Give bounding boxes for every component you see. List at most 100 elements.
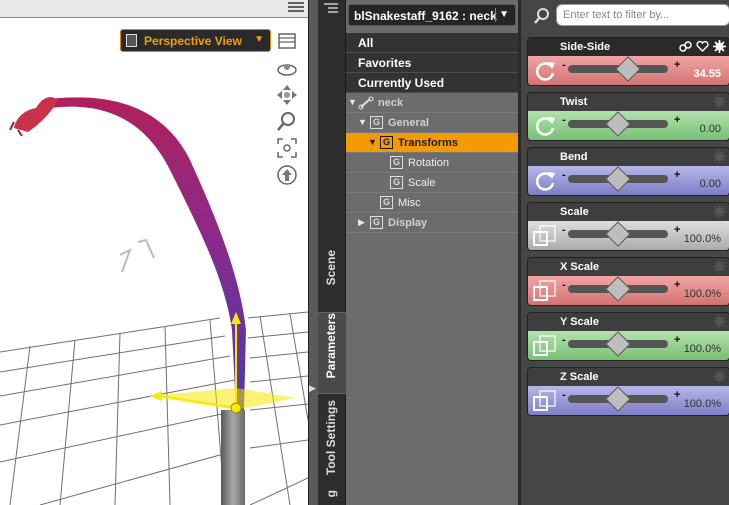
param-value[interactable]: 0.00 xyxy=(700,123,721,135)
param-value[interactable]: 100.0% xyxy=(684,343,721,355)
gear-icon[interactable] xyxy=(713,95,726,108)
viewport-scene[interactable] xyxy=(0,0,308,505)
param-scale[interactable]: Scale - +100.0% xyxy=(527,202,729,251)
tree-item-transforms[interactable]: ▼ G Transforms xyxy=(346,133,518,153)
3d-viewport[interactable]: Perspective View ▼ xyxy=(0,0,308,505)
filter-input[interactable] xyxy=(556,4,729,26)
home-icon[interactable] xyxy=(276,164,298,186)
group-icon: G xyxy=(380,196,393,209)
slider-knob[interactable] xyxy=(605,221,631,247)
slider-knob[interactable] xyxy=(605,331,631,357)
tree-item-general[interactable]: ▼ G General xyxy=(346,113,518,133)
bone-marker xyxy=(119,238,155,273)
param-slider-area[interactable]: - +0.00 xyxy=(528,166,729,195)
param-side-side[interactable]: Side-Side - +34.55 xyxy=(527,37,729,86)
category-favorites[interactable]: Favorites xyxy=(346,53,518,73)
tree-item-scale[interactable]: G Scale xyxy=(346,173,518,193)
slider-knob[interactable] xyxy=(605,166,631,192)
tab-partial[interactable]: g xyxy=(318,490,346,505)
gear-icon[interactable] xyxy=(713,260,726,273)
param-value[interactable]: 0.00 xyxy=(700,178,721,190)
param-slider-area[interactable]: - +0.00 xyxy=(528,111,729,140)
menu-icon[interactable] xyxy=(288,1,304,15)
orbit-icon[interactable] xyxy=(276,58,298,80)
filter-search-icon[interactable] xyxy=(533,7,551,25)
group-icon: G xyxy=(370,116,383,129)
chevron-down-icon: ▼ xyxy=(499,9,509,20)
tab-tool-settings[interactable]: Tool Settings xyxy=(318,400,346,480)
pane-menu-icon[interactable] xyxy=(322,2,340,16)
gear-icon[interactable] xyxy=(713,370,726,383)
tree-item-misc[interactable]: G Misc xyxy=(346,193,518,213)
pan-icon[interactable] xyxy=(276,84,298,106)
expand-arrow-icon[interactable]: ▼ xyxy=(348,97,357,107)
param-header: Bend xyxy=(528,148,729,166)
scale-icon xyxy=(533,390,556,411)
increment-mark[interactable]: + xyxy=(674,224,680,236)
decrement-mark[interactable]: - xyxy=(562,389,566,401)
tab-scene[interactable]: Scene xyxy=(318,250,346,302)
param-name: Side-Side xyxy=(560,41,611,53)
frame-icon[interactable] xyxy=(276,137,298,159)
gear-icon[interactable] xyxy=(713,205,726,218)
param-slider-area[interactable]: - +34.55 xyxy=(528,56,729,85)
decrement-mark[interactable]: - xyxy=(562,114,566,126)
param-name: Twist xyxy=(560,96,588,108)
tree-item-display[interactable]: ▶ G Display xyxy=(346,213,518,233)
param-bend[interactable]: Bend - +0.00 xyxy=(527,147,729,196)
param-twist[interactable]: Twist - +0.00 xyxy=(527,92,729,141)
expand-arrow-icon[interactable]: ▼ xyxy=(358,117,367,127)
transform-manipulator xyxy=(150,312,296,414)
tree-item-label: Display xyxy=(388,217,428,229)
slider-knob[interactable] xyxy=(605,111,631,137)
param-name: Bend xyxy=(560,151,588,163)
category-currently-used[interactable]: Currently Used xyxy=(346,73,518,93)
increment-mark[interactable]: + xyxy=(674,114,680,126)
increment-mark[interactable]: + xyxy=(674,279,680,291)
rotate-icon xyxy=(535,172,555,191)
param-slider-area[interactable]: - +100.0% xyxy=(528,276,729,305)
param-slider-area[interactable]: - +100.0% xyxy=(528,331,729,360)
param-value[interactable]: 34.55 xyxy=(693,68,721,80)
tree-item-rotation[interactable]: G Rotation xyxy=(346,153,518,173)
increment-mark[interactable]: + xyxy=(674,389,680,401)
increment-mark[interactable]: + xyxy=(674,169,680,181)
category-all[interactable]: All xyxy=(346,33,518,53)
increment-mark[interactable]: + xyxy=(674,334,680,346)
expand-arrow-icon[interactable]: ▶ xyxy=(358,217,365,228)
param-value[interactable]: 100.0% xyxy=(684,288,721,300)
increment-mark[interactable]: + xyxy=(674,59,680,71)
param-x-scale[interactable]: X Scale - +100.0% xyxy=(527,257,729,306)
slider-knob[interactable] xyxy=(605,276,631,302)
favorite-heart-icon[interactable] xyxy=(696,40,709,53)
layout-menu-icon[interactable] xyxy=(276,30,298,52)
decrement-mark[interactable]: - xyxy=(562,59,566,71)
node-selector[interactable]: blSnakestaff_9162 : neck ▼ xyxy=(348,4,516,26)
rotate-icon xyxy=(535,117,555,136)
decrement-mark[interactable]: - xyxy=(562,334,566,346)
slider-knob[interactable] xyxy=(615,56,641,82)
gear-icon[interactable] xyxy=(713,40,726,53)
param-slider-area[interactable]: - +100.0% xyxy=(528,386,729,415)
viewport-divider[interactable] xyxy=(308,0,318,505)
tab-parameters[interactable]: Parameters xyxy=(318,312,346,394)
node-selector-divider xyxy=(495,8,496,22)
param-y-scale[interactable]: Y Scale - +100.0% xyxy=(527,312,729,361)
tree-item-neck[interactable]: ▼ neck xyxy=(346,93,518,113)
zoom-icon[interactable] xyxy=(276,110,298,132)
slider-knob[interactable] xyxy=(605,386,631,412)
gear-icon[interactable] xyxy=(713,315,726,328)
param-slider-area[interactable]: - +100.0% xyxy=(528,221,729,250)
param-value[interactable]: 100.0% xyxy=(684,398,721,410)
param-z-scale[interactable]: Z Scale - +100.0% xyxy=(527,367,729,416)
gear-icon[interactable] xyxy=(713,150,726,163)
collapse-arrow-icon[interactable]: ▶ xyxy=(309,383,316,394)
expand-arrow-icon[interactable]: ▼ xyxy=(368,137,377,147)
decrement-mark[interactable]: - xyxy=(562,279,566,291)
decrement-mark[interactable]: - xyxy=(562,224,566,236)
group-icon: G xyxy=(390,156,403,169)
view-selector[interactable]: Perspective View ▼ xyxy=(120,29,271,52)
param-value[interactable]: 100.0% xyxy=(684,233,721,245)
decrement-mark[interactable]: - xyxy=(562,169,566,181)
link-icon[interactable] xyxy=(679,40,692,53)
